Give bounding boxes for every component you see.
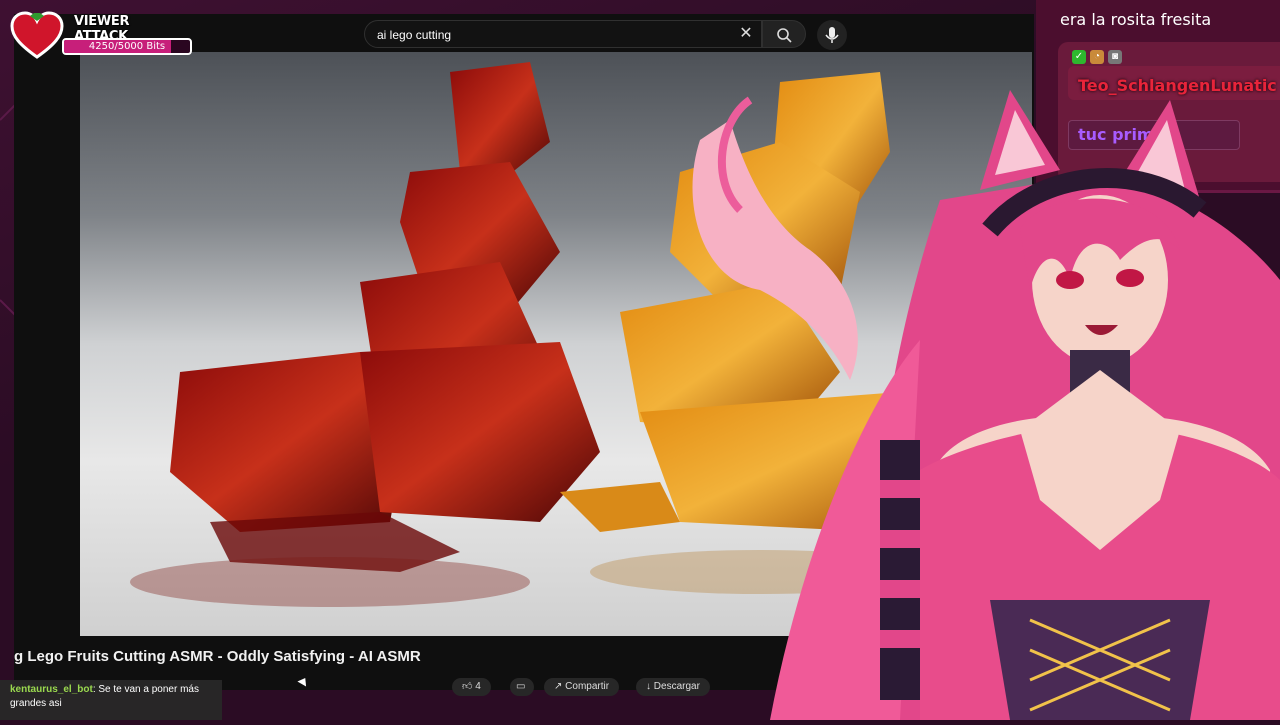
heart-icon [10, 11, 64, 59]
dislike-button[interactable]: ▭ [510, 678, 534, 696]
share-label: Compartir [565, 681, 610, 692]
bits-progress-bar: 4250/5000 Bits [62, 38, 192, 55]
chat-message: era la rosita fresita [1060, 10, 1212, 29]
video-title[interactable]: g Lego Fruits Cutting ASMR - Oddly Satis… [14, 648, 421, 665]
viewer-attack-widget: VIEWER ATTACK 4250/5000 Bits [10, 8, 192, 60]
search-bar[interactable]: ✕ [364, 20, 762, 48]
microphone-icon [825, 27, 839, 43]
checkmark-badge-icon: ✓ [1072, 50, 1086, 64]
like-button[interactable]: 👍︎ 4 [452, 678, 491, 696]
thumbs-up-icon: 👍︎ [462, 681, 473, 692]
share-icon: ↗ [554, 681, 563, 692]
like-count: 4 [475, 681, 481, 692]
chat-overlay: kentaurus_el_bot: Se te van a poner más … [0, 680, 222, 720]
chat-overlay-username: kentaurus_el_bot [10, 684, 93, 695]
search-icon [777, 28, 792, 43]
cat-badge-icon: ◔ [1090, 50, 1104, 64]
clear-icon[interactable]: ✕ [737, 25, 755, 43]
voice-search-button[interactable] [817, 20, 847, 50]
share-button[interactable]: ↗ Compartir [544, 678, 620, 696]
search-button[interactable] [762, 20, 806, 48]
chat-badges: ✓ ◔ ◙ [1072, 50, 1122, 64]
search-input[interactable] [375, 24, 719, 46]
thumbs-down-icon: ▭ [516, 681, 526, 692]
bits-progress-text: 4250/5000 Bits [88, 41, 166, 52]
vtuber-avatar [640, 80, 1280, 720]
bot-badge-icon: ◙ [1108, 50, 1122, 64]
